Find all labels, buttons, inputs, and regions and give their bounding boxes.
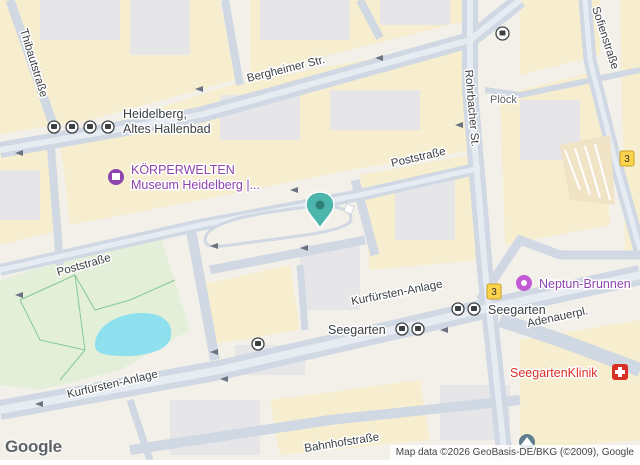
transit-label-seegarten-center: Seegarten bbox=[328, 323, 386, 337]
bus-stop-kurfuersten[interactable] bbox=[251, 337, 265, 351]
svg-text:3: 3 bbox=[491, 287, 497, 298]
poi-label-koerperwelten: KÖRPERWELTEN bbox=[131, 163, 235, 177]
bus-icon bbox=[83, 120, 97, 134]
poi-label-museum-heidelberg: Museum Heidelberg |... bbox=[131, 178, 260, 192]
street-label-ploeck: Plöck bbox=[490, 94, 517, 106]
poi-label-seegartenklinik: SeegartenKlinik bbox=[510, 366, 598, 380]
map-canvas[interactable]: 3 3 Thibautstraße Bergheimer Str. Rohrba… bbox=[0, 0, 640, 462]
bus-stop-rohrbacher[interactable] bbox=[495, 26, 510, 41]
transit-label-line2: Altes Hallenbad bbox=[123, 122, 211, 136]
bus-icon bbox=[411, 322, 425, 336]
tram-icon bbox=[47, 120, 61, 134]
bus-icon bbox=[65, 120, 79, 134]
tram-icon bbox=[395, 322, 409, 336]
bus-icon bbox=[101, 120, 115, 134]
transit-label-line1: Heidelberg, bbox=[123, 107, 187, 121]
poi-label-neptun: Neptun-Brunnen bbox=[539, 277, 631, 291]
route-badge-3-north: 3 bbox=[619, 150, 635, 167]
route-badge-3-south: 3 bbox=[486, 283, 502, 300]
svg-text:3: 3 bbox=[624, 154, 630, 165]
google-logo: Google bbox=[5, 437, 62, 456]
tram-icon bbox=[451, 302, 465, 316]
map-attribution[interactable]: Map data ©2026 GeoBasis-DE/BKG (©2009), … bbox=[389, 445, 640, 460]
bus-icon bbox=[467, 302, 481, 316]
hospital-icon bbox=[612, 364, 628, 380]
transit-label-seegarten-east: Seegarten bbox=[488, 303, 546, 317]
